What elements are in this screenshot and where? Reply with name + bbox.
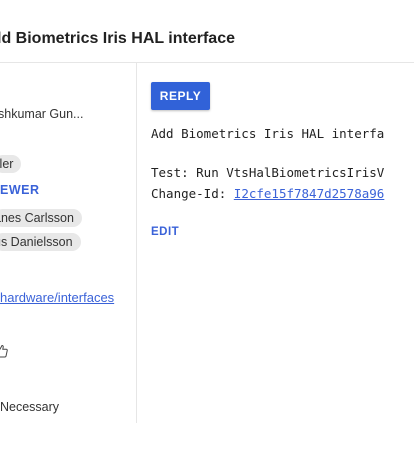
change-info-sidebar: shkumar Gun... iller EWER anes Carlsson …: [0, 63, 137, 423]
owner-name[interactable]: shkumar Gun...: [0, 107, 83, 121]
thumbs-up-icon: [0, 344, 8, 358]
commit-message-test-line: Test: Run VtsHalBiometricsIrisV: [151, 165, 385, 180]
cc-chip[interactable]: us Danielsson: [0, 233, 81, 251]
change-id-line: Change-Id: I2cfe15f7847d2578a96: [151, 186, 384, 201]
cc-chip[interactable]: anes Carlsson: [0, 209, 82, 227]
change-id-link[interactable]: I2cfe15f7847d2578a96: [234, 186, 385, 201]
reviewer-chip[interactable]: iller: [0, 155, 22, 173]
repository-link[interactable]: hardware/interfaces: [0, 290, 114, 305]
commit-message-subject: Add Biometrics Iris HAL interfa: [151, 126, 385, 141]
reply-button[interactable]: REPLY: [151, 82, 210, 110]
change-title: ld Biometrics Iris HAL interface: [0, 30, 235, 47]
submit-requirement-label: Necessary: [0, 400, 60, 414]
edit-button[interactable]: EDIT: [151, 226, 179, 238]
change-id-prefix: Change-Id:: [151, 186, 234, 201]
add-reviewer-button[interactable]: EWER: [0, 183, 40, 197]
